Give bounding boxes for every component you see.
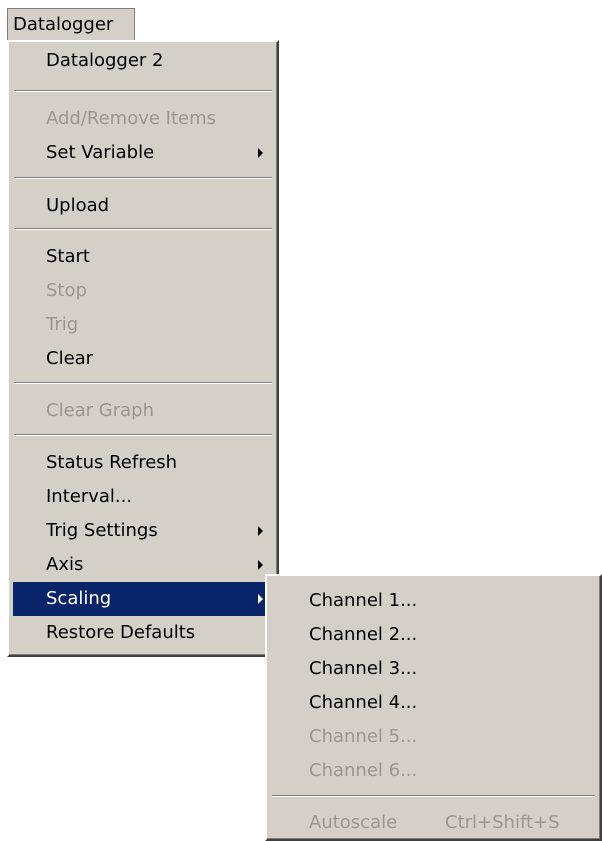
menu-item-label: Scaling bbox=[46, 588, 112, 609]
menu-item-stop: Stop bbox=[46, 280, 87, 301]
menu-item-clear-graph: Clear Graph bbox=[46, 400, 155, 421]
menu-item-label: Autoscale bbox=[309, 812, 398, 833]
menu-item-datalogger-2[interactable]: Datalogger 2 bbox=[13, 44, 273, 78]
menu-item-restore-defaults[interactable]: Restore Defaults bbox=[13, 616, 273, 650]
menu-item-trig: Trig bbox=[46, 314, 79, 335]
menu-item-label: Axis bbox=[46, 554, 84, 575]
submenu-arrow-icon bbox=[258, 594, 263, 604]
datalogger-menu: Datalogger 2 Add/Remove Items Set Variab… bbox=[7, 40, 279, 657]
menu-item-add-remove-items: Add/Remove Items bbox=[46, 108, 217, 129]
menu-item-upload[interactable]: Upload bbox=[13, 189, 273, 223]
menu-item-channel-3[interactable]: Channel 3... bbox=[271, 652, 596, 686]
menu-separator bbox=[14, 434, 272, 436]
submenu-arrow-icon bbox=[258, 526, 263, 536]
menu-item-clear[interactable]: Clear bbox=[13, 342, 273, 376]
menu-separator bbox=[14, 90, 272, 92]
menu-item-status-refresh[interactable]: Status Refresh bbox=[13, 446, 273, 480]
menu-item-label: Set Variable bbox=[46, 142, 155, 163]
menu-item-set-variable[interactable]: Set Variable bbox=[13, 136, 273, 170]
menu-item-interval[interactable]: Interval... bbox=[13, 480, 273, 514]
menu-separator bbox=[14, 382, 272, 384]
menu-item-channel-5: Channel 5... bbox=[309, 726, 418, 747]
menu-item-channel-4[interactable]: Channel 4... bbox=[271, 686, 596, 720]
shortcut-label: Ctrl+Shift+S bbox=[445, 812, 560, 833]
menu-separator bbox=[14, 177, 272, 179]
menu-item-autoscale: Autoscale Ctrl+Shift+S bbox=[271, 806, 596, 840]
submenu-arrow-icon bbox=[258, 148, 263, 158]
menu-item-start[interactable]: Start bbox=[13, 240, 273, 274]
menu-item-channel-1[interactable]: Channel 1... bbox=[271, 584, 596, 618]
menu-item-scaling[interactable]: Scaling bbox=[13, 582, 273, 616]
submenu-arrow-icon bbox=[258, 560, 263, 570]
menu-item-channel-6: Channel 6... bbox=[309, 760, 418, 781]
menubar-item-datalogger[interactable]: Datalogger bbox=[7, 8, 135, 42]
menu-separator bbox=[14, 228, 272, 230]
menu-item-label: Trig Settings bbox=[46, 520, 158, 541]
menu-item-trig-settings[interactable]: Trig Settings bbox=[13, 514, 273, 548]
menu-item-axis[interactable]: Axis bbox=[13, 548, 273, 582]
menu-separator bbox=[272, 795, 595, 797]
menu-item-channel-2[interactable]: Channel 2... bbox=[271, 618, 596, 652]
scaling-submenu: Channel 1... Channel 2... Channel 3... C… bbox=[265, 574, 602, 841]
